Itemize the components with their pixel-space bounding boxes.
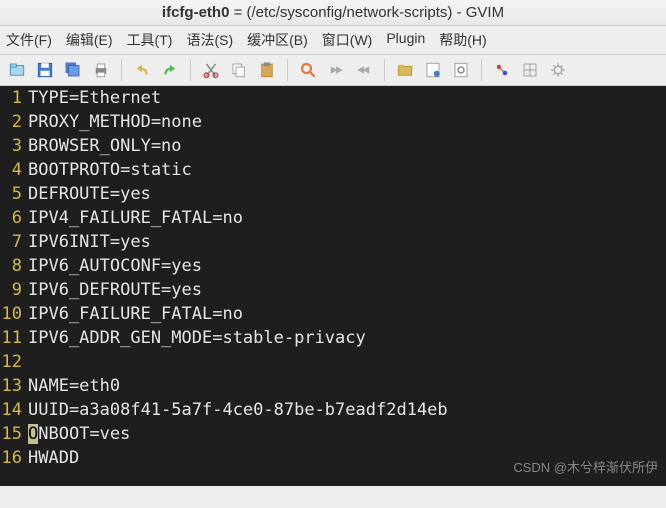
menu-item-0[interactable]: 文件(F) bbox=[6, 30, 52, 50]
line-number: 9 bbox=[0, 278, 28, 302]
editor-line[interactable]: 3BROWSER_ONLY=no bbox=[0, 134, 666, 158]
cut-button[interactable] bbox=[200, 59, 222, 81]
menu-item-5[interactable]: 窗口(W) bbox=[322, 30, 373, 50]
editor-area[interactable]: 1TYPE=Ethernet2PROXY_METHOD=none3BROWSER… bbox=[0, 86, 666, 486]
prev-button[interactable] bbox=[353, 59, 375, 81]
print-button[interactable] bbox=[90, 59, 112, 81]
line-number: 6 bbox=[0, 206, 28, 230]
line-number: 7 bbox=[0, 230, 28, 254]
code-text: IPV6_AUTOCONF=yes bbox=[28, 254, 202, 278]
settings-button[interactable] bbox=[450, 59, 472, 81]
editor-line[interactable]: 8IPV6_AUTOCONF=yes bbox=[0, 254, 666, 278]
code-text: IPV6_FAILURE_FATAL=no bbox=[28, 302, 243, 326]
menu-item-4[interactable]: 缓冲区(B) bbox=[247, 30, 308, 50]
line-number: 13 bbox=[0, 374, 28, 398]
menu-item-2[interactable]: 工具(T) bbox=[127, 30, 173, 50]
save-button[interactable] bbox=[34, 59, 56, 81]
next-button[interactable] bbox=[325, 59, 347, 81]
line-number: 2 bbox=[0, 110, 28, 134]
code-text: BROWSER_ONLY=no bbox=[28, 134, 182, 158]
code-text: BOOTPROTO=static bbox=[28, 158, 192, 182]
code-text: DEFROUTE=yes bbox=[28, 182, 151, 206]
line-number: 5 bbox=[0, 182, 28, 206]
paste-button[interactable] bbox=[256, 59, 278, 81]
code-text: PROXY_METHOD=none bbox=[28, 110, 202, 134]
editor-line[interactable]: 10IPV6_FAILURE_FATAL=no bbox=[0, 302, 666, 326]
code-text: UUID=a3a08f41-5a7f-4ce0-87be-b7eadf2d14e… bbox=[28, 398, 448, 422]
menu-item-6[interactable]: Plugin bbox=[386, 30, 425, 50]
line-number: 16 bbox=[0, 446, 28, 470]
menu-item-3[interactable]: 语法(S) bbox=[186, 30, 233, 50]
editor-line[interactable]: 14UUID=a3a08f41-5a7f-4ce0-87be-b7eadf2d1… bbox=[0, 398, 666, 422]
tag-button[interactable] bbox=[491, 59, 513, 81]
code-text: IPV6_DEFROUTE=yes bbox=[28, 278, 202, 302]
code-text: NAME=eth0 bbox=[28, 374, 120, 398]
undo-button[interactable] bbox=[131, 59, 153, 81]
toolbar-separator bbox=[287, 59, 288, 81]
line-number: 14 bbox=[0, 398, 28, 422]
line-number: 3 bbox=[0, 134, 28, 158]
editor-line[interactable]: 12 bbox=[0, 350, 666, 374]
menu-item-7[interactable]: 帮助(H) bbox=[439, 30, 486, 50]
line-number: 1 bbox=[0, 86, 28, 110]
toolbar-separator bbox=[190, 59, 191, 81]
line-number: 4 bbox=[0, 158, 28, 182]
script-button[interactable] bbox=[422, 59, 444, 81]
line-number: 15 bbox=[0, 422, 28, 446]
editor-line[interactable]: 2PROXY_METHOD=none bbox=[0, 110, 666, 134]
line-number: 11 bbox=[0, 326, 28, 350]
toolbar-separator bbox=[121, 59, 122, 81]
code-text: IPV4_FAILURE_FATAL=no bbox=[28, 206, 243, 230]
toolbar bbox=[0, 55, 666, 86]
editor-line[interactable]: 1TYPE=Ethernet bbox=[0, 86, 666, 110]
line-number: 8 bbox=[0, 254, 28, 278]
gear-button[interactable] bbox=[547, 59, 569, 81]
editor-line[interactable]: 4BOOTPROTO=static bbox=[0, 158, 666, 182]
watermark: CSDN @木兮梓渐伏所伊 bbox=[513, 456, 658, 480]
copy-button[interactable] bbox=[228, 59, 250, 81]
code-text: IPV6INIT=yes bbox=[28, 230, 151, 254]
editor-line[interactable]: 11IPV6_ADDR_GEN_MODE=stable-privacy bbox=[0, 326, 666, 350]
save-all-button[interactable] bbox=[62, 59, 84, 81]
line-number: 10 bbox=[0, 302, 28, 326]
menubar: 文件(F) 编辑(E) 工具(T) 语法(S) 缓冲区(B) 窗口(W) Plugin 帮助(… bbox=[0, 26, 666, 55]
cursor: O bbox=[28, 424, 38, 444]
grid-button[interactable] bbox=[519, 59, 541, 81]
redo-button[interactable] bbox=[159, 59, 181, 81]
toolbar-separator bbox=[481, 59, 482, 81]
editor-line[interactable]: 15ONBOOT=ves bbox=[0, 422, 666, 446]
folder-button[interactable] bbox=[394, 59, 416, 81]
editor-line[interactable]: 6IPV4_FAILURE_FATAL=no bbox=[0, 206, 666, 230]
editor-line[interactable]: 5DEFROUTE=yes bbox=[0, 182, 666, 206]
editor-line[interactable]: 9IPV6_DEFROUTE=yes bbox=[0, 278, 666, 302]
find-button[interactable] bbox=[297, 59, 319, 81]
code-text: ONBOOT=ves bbox=[28, 422, 130, 446]
line-number: 12 bbox=[0, 350, 28, 374]
menu-item-1[interactable]: 编辑(E) bbox=[66, 30, 113, 50]
code-text: IPV6_ADDR_GEN_MODE=stable-privacy bbox=[28, 326, 366, 350]
window-title: ifcfg-eth0 = (/etc/sysconfig/network-scr… bbox=[0, 0, 666, 26]
editor-line[interactable]: 13NAME=eth0 bbox=[0, 374, 666, 398]
toolbar-separator bbox=[384, 59, 385, 81]
editor-line[interactable]: 7IPV6INIT=yes bbox=[0, 230, 666, 254]
open-button[interactable] bbox=[6, 59, 28, 81]
code-text: HWADD bbox=[28, 446, 79, 470]
code-text: TYPE=Ethernet bbox=[28, 86, 161, 110]
